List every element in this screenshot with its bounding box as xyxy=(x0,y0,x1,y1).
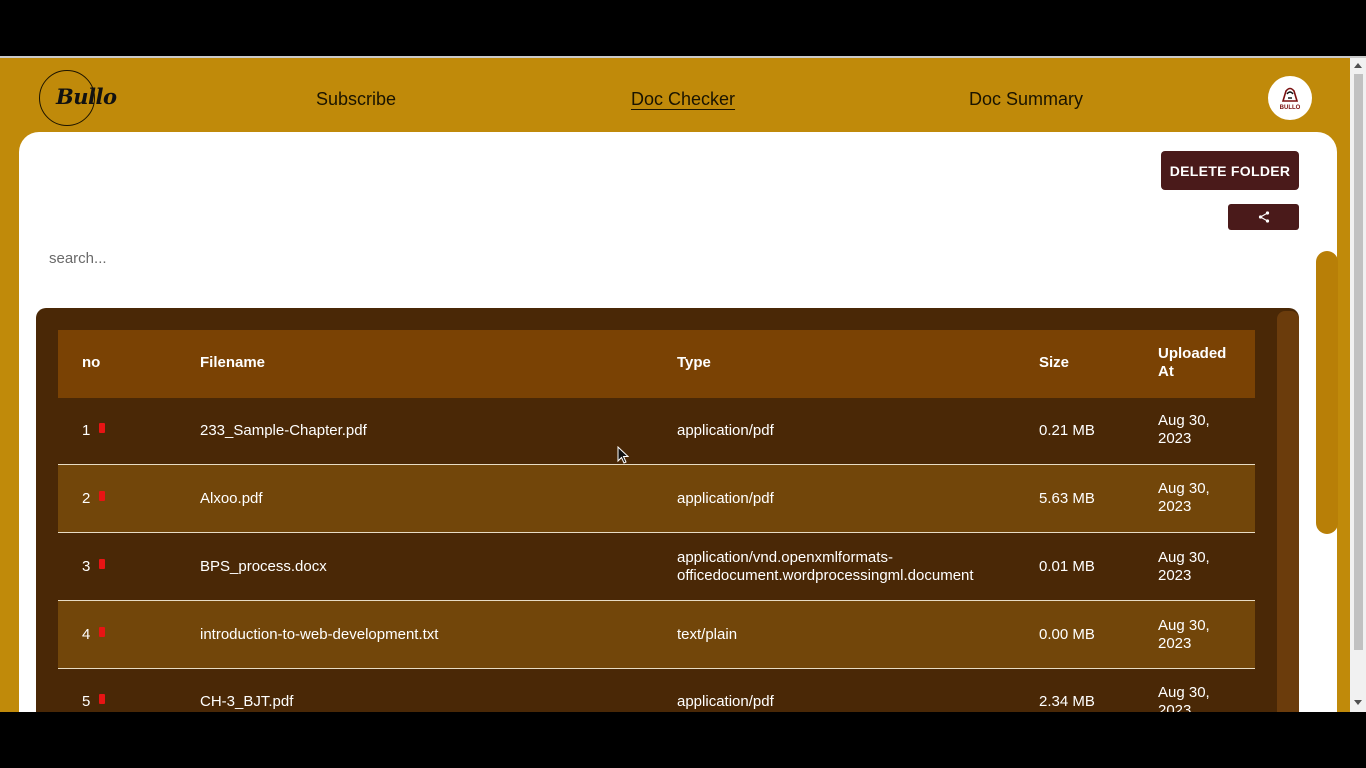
header-size[interactable]: Size xyxy=(1039,354,1069,371)
row-filename[interactable]: introduction-to-web-development.txt xyxy=(200,626,438,644)
row-type-line2: officedocument.wordprocessingml.document xyxy=(677,567,974,584)
nav-subscribe[interactable]: Subscribe xyxy=(316,89,396,110)
row-number: 2 xyxy=(82,490,91,507)
row-date-line2: 2023 xyxy=(1158,635,1192,652)
navbar: Bullo Subscribe Doc Checker Doc Summary … xyxy=(0,58,1350,133)
panel-scrollbar-thumb[interactable] xyxy=(1316,251,1338,534)
row-filename[interactable]: BPS_process.docx xyxy=(200,558,327,576)
row-filename[interactable]: 233_Sample-Chapter.pdf xyxy=(200,422,367,440)
nav-doc-summary[interactable]: Doc Summary xyxy=(969,89,1083,110)
delete-file-icon[interactable] xyxy=(99,423,105,433)
row-date-line2: 2023 xyxy=(1158,498,1192,515)
scroll-down-arrow-icon[interactable] xyxy=(1354,700,1362,705)
delete-file-icon[interactable] xyxy=(99,559,105,569)
header-no[interactable]: no xyxy=(82,354,100,371)
table-row[interactable]: 4 introduction-to-web-development.txt te… xyxy=(58,601,1255,669)
row-date-line2: 2023 xyxy=(1158,702,1192,712)
row-type: application/pdf xyxy=(677,490,774,507)
avatar[interactable]: BULLO xyxy=(1268,76,1312,120)
header-filename[interactable]: Filename xyxy=(200,354,265,371)
row-date-line1: Aug 30, xyxy=(1158,480,1210,497)
browser-viewport: Bullo Subscribe Doc Checker Doc Summary … xyxy=(0,58,1366,712)
header-uploaded-line1[interactable]: Uploaded xyxy=(1158,345,1226,362)
table-scroll-track[interactable] xyxy=(1277,311,1299,712)
row-size: 0.00 MB xyxy=(1039,626,1095,643)
nav-doc-checker[interactable]: Doc Checker xyxy=(631,89,735,110)
row-date-line1: Aug 30, xyxy=(1158,617,1210,634)
row-date-line1: Aug 30, xyxy=(1158,549,1210,566)
header-type[interactable]: Type xyxy=(677,354,711,371)
delete-folder-button[interactable]: DELETE FOLDER xyxy=(1161,151,1299,190)
delete-file-icon[interactable] xyxy=(99,694,105,704)
table-row[interactable]: 1 233_Sample-Chapter.pdf application/pdf… xyxy=(58,398,1255,466)
scroll-up-arrow-icon[interactable] xyxy=(1354,63,1362,68)
row-type: application/pdf xyxy=(677,422,774,439)
row-size: 0.01 MB xyxy=(1039,558,1095,575)
bull-logo-icon xyxy=(1281,87,1299,102)
row-size: 0.21 MB xyxy=(1039,422,1095,439)
delete-file-icon[interactable] xyxy=(99,491,105,501)
header-uploaded-line2[interactable]: At xyxy=(1158,363,1174,380)
row-type-line1: application/vnd.openxmlformats- xyxy=(677,549,893,566)
row-date-line2: 2023 xyxy=(1158,430,1192,447)
row-date-line1: Aug 30, xyxy=(1158,684,1210,701)
table-row[interactable]: 2 Alxoo.pdf application/pdf 5.63 MB Aug … xyxy=(58,465,1255,533)
row-type: application/pdf xyxy=(677,693,774,710)
row-filename[interactable]: CH-3_BJT.pdf xyxy=(200,693,293,711)
delete-file-icon[interactable] xyxy=(99,627,105,637)
row-number: 1 xyxy=(82,422,91,439)
row-filename[interactable]: Alxoo.pdf xyxy=(200,490,263,508)
table-header: no Filename Type Size Uploaded At xyxy=(58,330,1255,398)
logo-text[interactable]: Bullo xyxy=(56,84,117,109)
search-input[interactable] xyxy=(38,238,358,278)
row-number: 3 xyxy=(82,558,91,575)
mouse-cursor-icon xyxy=(617,446,629,464)
share-button[interactable] xyxy=(1228,204,1299,230)
row-type: text/plain xyxy=(677,626,738,643)
row-size: 2.34 MB xyxy=(1039,693,1095,710)
avatar-label: BULLO xyxy=(1279,104,1301,111)
row-number: 5 xyxy=(82,693,91,710)
row-date-line2: 2023 xyxy=(1158,567,1192,584)
screen-bottom-bar xyxy=(0,712,1366,768)
share-icon xyxy=(1258,211,1269,223)
row-date-line1: Aug 30, xyxy=(1158,412,1210,429)
row-number: 4 xyxy=(82,626,91,643)
screen-top-bar xyxy=(0,0,1366,57)
row-size: 5.63 MB xyxy=(1039,490,1095,507)
table-row[interactable]: 3 BPS_process.docx application/vnd.openx… xyxy=(58,533,1255,601)
table-row[interactable]: 5 CH-3_BJT.pdf application/pdf 2.34 MB A… xyxy=(58,669,1255,712)
page-scrollbar-thumb[interactable] xyxy=(1354,74,1363,650)
